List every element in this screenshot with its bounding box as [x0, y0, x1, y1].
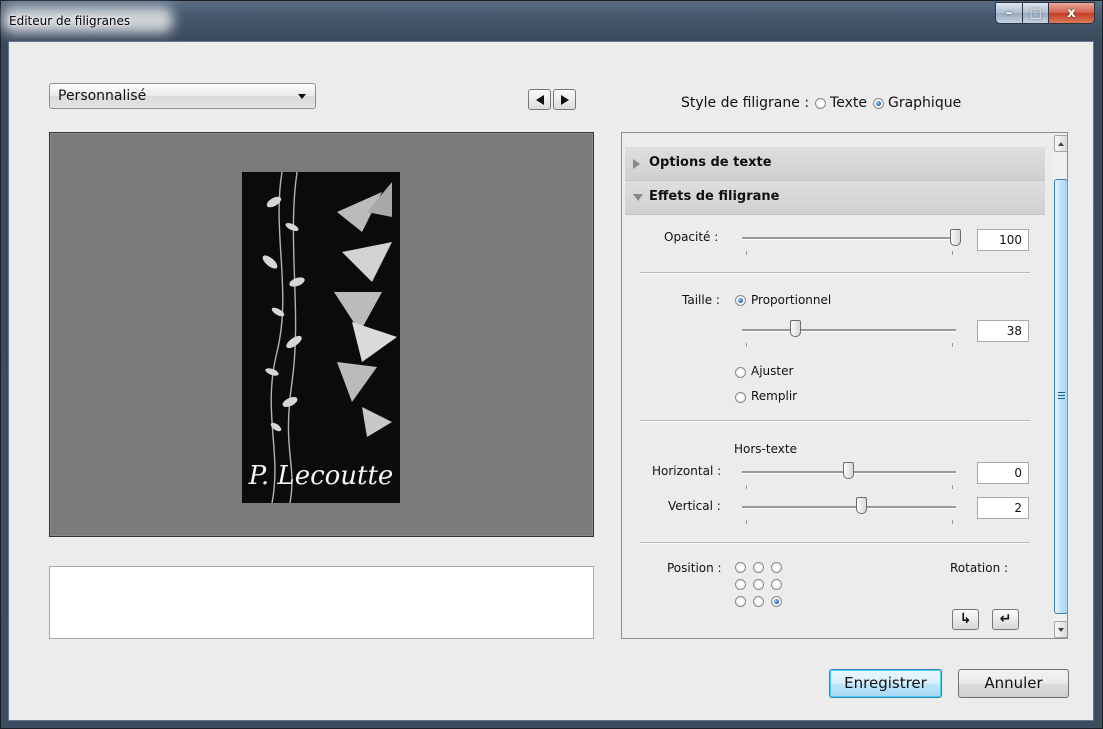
dialog-window: Editeur de filigranes – □ x Personnalisé… [0, 0, 1103, 729]
collapse-icon [633, 194, 643, 201]
position-radio[interactable] [753, 596, 764, 607]
close-icon: x [1067, 5, 1076, 21]
slider-tick [746, 251, 747, 255]
divider [640, 420, 1030, 422]
previous-image-button[interactable] [528, 89, 551, 110]
divider [640, 542, 1030, 544]
slider-tick [952, 485, 953, 489]
vertical-input[interactable]: 2 [977, 497, 1029, 519]
preview-photo: P. Lecoutte [242, 172, 400, 503]
settings-panel: Options de texte Effets de filigrane Opa… [621, 132, 1068, 639]
position-radio[interactable] [771, 562, 782, 573]
save-button[interactable]: Enregistrer [829, 669, 942, 698]
section-watermark-effects-label: Effets de filigrane [649, 189, 780, 204]
size-proportional-label[interactable]: Proportionnel [751, 293, 831, 307]
photo-image [242, 172, 400, 503]
watermark-style-row: Style de filigrane : Texte Graphique [681, 95, 961, 111]
vertical-slider-thumb[interactable] [855, 497, 867, 514]
size-input[interactable]: 38 [977, 320, 1029, 342]
title-bar[interactable]: Editeur de filigranes – □ x [1, 1, 1102, 41]
watermark-text: P. Lecoutte [248, 461, 394, 491]
position-label: Position : [667, 561, 722, 575]
opacity-slider-track[interactable] [742, 237, 956, 240]
opacity-input[interactable]: 100 [977, 229, 1029, 251]
size-fit-label[interactable]: Ajuster [751, 364, 793, 378]
window-controls: – □ x [995, 2, 1095, 24]
close-button[interactable]: x [1049, 2, 1095, 24]
dialog-body: Personnalisé Style de filigrane : Texte … [8, 41, 1094, 721]
grip-icon [1058, 392, 1065, 399]
vertical-slider-track[interactable] [742, 506, 956, 509]
rotate-counterclockwise-button[interactable]: ↵ [992, 609, 1019, 630]
size-label: Taille : [682, 293, 720, 307]
position-radio[interactable] [753, 579, 764, 590]
preset-value: Personnalisé [58, 88, 147, 104]
slider-tick [952, 343, 953, 347]
arrow-right-icon [560, 94, 569, 105]
scroll-down-button[interactable] [1054, 621, 1067, 638]
maximize-button[interactable]: □ [1023, 2, 1049, 24]
inset-label: Hors-texte [734, 442, 797, 456]
position-radio[interactable] [735, 596, 746, 607]
minimize-button[interactable]: – [995, 2, 1023, 24]
scrollbar-thumb[interactable] [1054, 179, 1067, 614]
preset-dropdown[interactable]: Personnalisé [49, 83, 316, 109]
slider-tick [952, 520, 953, 524]
size-fill-label[interactable]: Remplir [751, 389, 797, 403]
minimize-icon: – [1005, 5, 1013, 21]
scroll-up-button[interactable] [1054, 135, 1067, 152]
position-radio[interactable] [735, 579, 746, 590]
maximize-icon: □ [1029, 5, 1042, 21]
vertical-label: Vertical : [668, 499, 721, 513]
slider-tick [746, 485, 747, 489]
preview-area: P. Lecoutte [49, 132, 594, 537]
slider-tick [952, 251, 953, 255]
section-text-options[interactable]: Options de texte [625, 147, 1045, 181]
size-proportional-radio[interactable] [735, 295, 746, 306]
horizontal-label: Horizontal : [652, 464, 722, 478]
opacity-slider-thumb[interactable] [950, 229, 961, 246]
cancel-button[interactable]: Annuler [958, 669, 1069, 698]
divider [640, 272, 1030, 274]
expand-icon [633, 159, 640, 169]
horizontal-input[interactable]: 0 [977, 462, 1029, 484]
position-radio[interactable] [771, 579, 782, 590]
position-grid [735, 562, 782, 607]
watermark-style-label: Style de filigrane : [681, 95, 810, 111]
arrow-left-icon [535, 94, 544, 105]
size-slider-thumb[interactable] [789, 320, 801, 337]
section-watermark-effects[interactable]: Effets de filigrane [625, 181, 1045, 215]
size-fit-radio[interactable] [735, 367, 746, 378]
size-slider-track[interactable] [742, 329, 956, 332]
preview-nav [528, 89, 578, 110]
rotation-label: Rotation : [950, 561, 1009, 575]
position-radio[interactable] [771, 596, 782, 607]
slider-tick [746, 343, 747, 347]
size-fill-radio[interactable] [735, 392, 746, 403]
info-box [49, 566, 594, 639]
position-radio[interactable] [753, 562, 764, 573]
next-image-button[interactable] [553, 89, 576, 110]
horizontal-slider-thumb[interactable] [843, 462, 854, 479]
chevron-down-icon [298, 94, 306, 99]
section-text-options-label: Options de texte [649, 155, 772, 170]
position-radio[interactable] [735, 562, 746, 573]
style-graphic-radio[interactable] [872, 97, 884, 109]
opacity-label: Opacité : [664, 230, 719, 244]
window-title: Editeur de filigranes [9, 14, 131, 28]
rotate-clockwise-button[interactable]: ↳ [952, 609, 979, 630]
style-text-label[interactable]: Texte [830, 95, 867, 111]
style-text-radio[interactable] [815, 97, 827, 109]
style-graphic-label[interactable]: Graphique [888, 95, 961, 111]
panel-scrollbar[interactable] [1054, 135, 1067, 638]
slider-tick [746, 520, 747, 524]
